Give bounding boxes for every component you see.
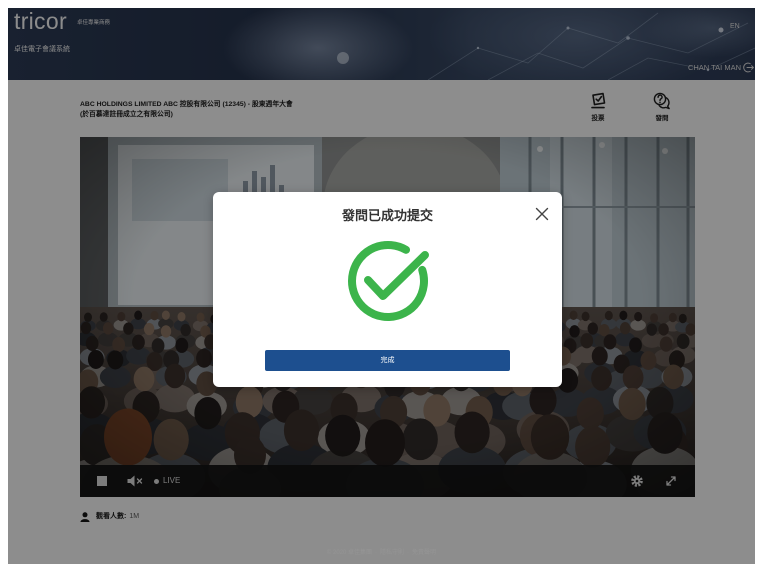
dialog-title: 發問已成功提交 — [341, 208, 433, 223]
close-icon-cross — [535, 207, 549, 221]
done-button[interactable]: 完成 — [265, 350, 510, 371]
success-check-mark — [364, 251, 429, 300]
success-check-icon — [338, 231, 438, 331]
question-submitted-dialog: 發問已成功提交 完成 — [213, 192, 562, 387]
success-check-circle — [348, 241, 428, 321]
app-window: tricor 卓佳專業商務 卓佳電子會議系統 EN CHAN TAI MAN A… — [8, 8, 755, 564]
close-icon[interactable] — [535, 207, 549, 221]
